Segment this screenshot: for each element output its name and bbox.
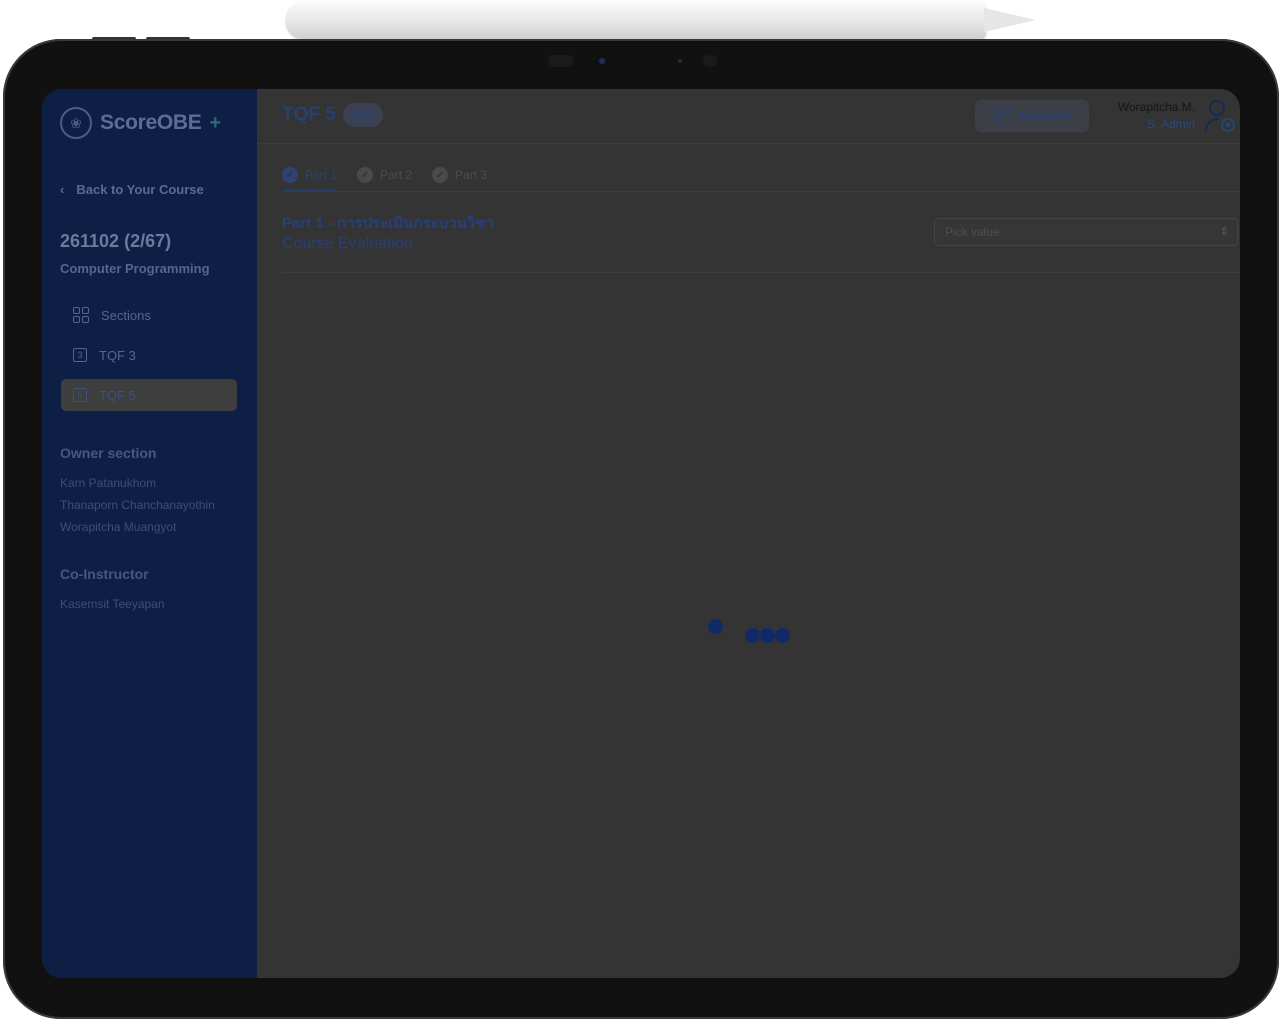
logo-plus: + [209,111,222,134]
loading-dot [760,628,775,643]
tab-label: Part 1 [305,168,338,182]
owner-name: Worapitcha Muangyot [60,520,177,534]
chevron-updown-icon: ⇕ [1219,226,1229,238]
check-circle-icon: ✓ [432,167,449,183]
main-content: TQF 5 INS Feedback Worapitcha M. S. Admi… [257,89,1240,978]
camera-icon [599,58,605,64]
feedback-label: Feedback [1018,109,1074,123]
coinstructor-name: Kasemsit Teeyapan [60,597,165,611]
number-3-icon: 3 [73,348,87,362]
sidebar-item-sections[interactable]: Sections [61,299,237,331]
course-name: Computer Programming [60,261,210,276]
user-name: Worapitcha M. [1117,100,1195,114]
user-role: S. Admin [1146,117,1195,131]
part-title: Part 1 - การประเมินกระบวนวิชา [282,215,494,232]
value-picker[interactable]: Pick value ⇕ [934,218,1238,246]
feedback-button[interactable]: Feedback [975,100,1089,132]
tab-label: Part 2 [380,168,413,182]
apple-pencil [286,2,986,39]
sidebar-item-label: TQF 5 [99,387,136,403]
check-circle-icon: ✓ [282,167,298,183]
divider [282,191,1240,192]
sensor-dot-icon [678,59,682,63]
app-screen: ❀ ScoreOBE + ‹ Back to Your Course 26110… [42,89,1240,978]
number-5-icon: 5 [73,388,87,402]
feedback-icon [990,107,1013,125]
grid-icon [73,307,89,323]
part-tabs: ✓ Part 1 ✓ Part 2 ✓ Part 3 [282,161,487,191]
camera-bar [545,53,725,69]
back-to-course-link[interactable]: ‹ Back to Your Course [60,182,204,197]
owner-name: Karn Patanukhom [60,476,157,490]
check-circle-icon: ✓ [357,167,374,183]
picker-placeholder: Pick value [945,225,1000,239]
sidebar-item-tqf5[interactable]: 5 TQF 5 [61,379,237,411]
sidebar-item-tqf3[interactable]: 3 TQF 3 [61,339,237,371]
course-code: 261102 (2/67) [60,231,172,251]
chevron-left-icon: ‹ [60,182,65,197]
loading-dot [775,628,790,643]
coinstructor-heading: Co-Instructor [60,566,149,582]
tab-label: Part 3 [455,168,488,182]
tab-part-1[interactable]: ✓ Part 1 [282,161,338,191]
loading-dot [745,628,760,643]
loading-dot [708,619,723,634]
part-subtitle: Course Evaluation [282,235,413,252]
sidebar-item-label: Sections [101,307,151,323]
logo[interactable]: ❀ ScoreOBE + [60,107,221,139]
page-title: TQF 5 [282,104,336,125]
role-badge: INS [343,103,384,127]
sensor-icon [703,55,717,67]
tab-part-3[interactable]: ✓ Part 3 [432,161,487,189]
logo-text: ScoreOBE [100,111,202,134]
owner-name: Thanaporn Chanchanayothin [60,498,215,512]
sensor-icon [548,55,574,67]
top-bar: TQF 5 INS Feedback Worapitcha M. S. Admi… [257,89,1240,144]
divider [282,272,1240,273]
sidebar: ❀ ScoreOBE + ‹ Back to Your Course 26110… [42,89,257,978]
tab-part-2[interactable]: ✓ Part 2 [357,161,412,189]
user-admin-icon[interactable] [1204,99,1236,133]
sidebar-item-label: TQF 3 [99,347,136,363]
logo-icon: ❀ [60,107,92,139]
apple-pencil-tip [984,8,1036,32]
back-label: Back to Your Course [76,182,204,197]
owner-section-heading: Owner section [60,445,157,461]
